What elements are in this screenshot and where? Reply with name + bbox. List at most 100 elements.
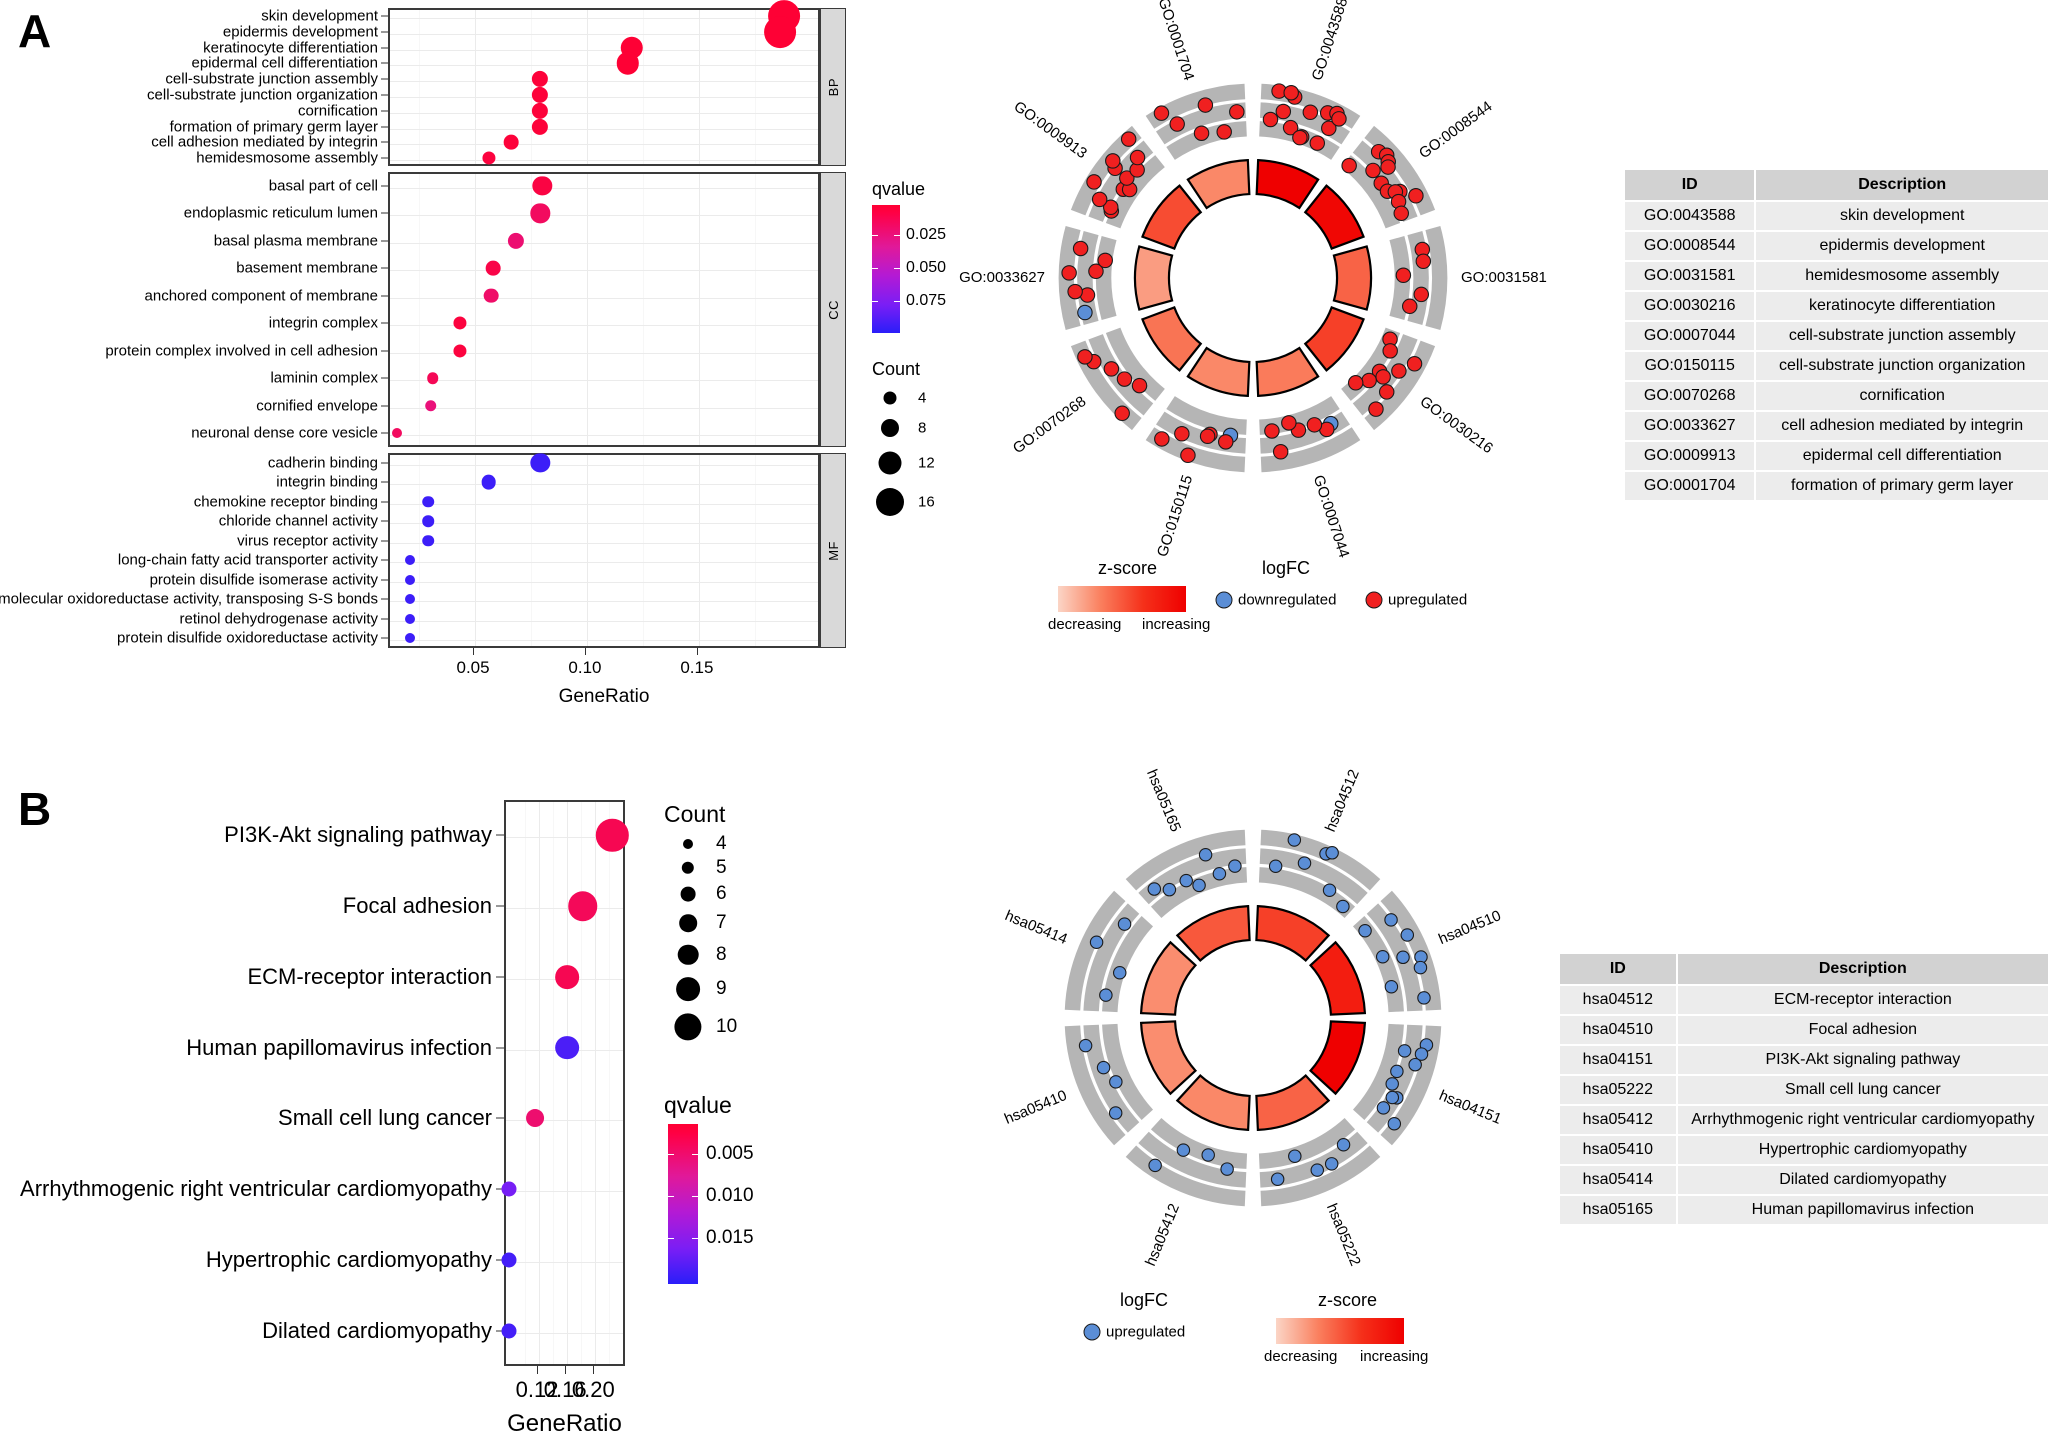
count-legend-label: 4 (918, 389, 927, 407)
term-label: GO:0031581 (1461, 269, 1547, 286)
go-category-label: anchored component of membrane (144, 287, 378, 305)
gene-dot-upregulated (1103, 361, 1120, 377)
count-legend-dot (674, 1013, 702, 1041)
gene-dot-upregulated (1264, 423, 1280, 439)
table-cell-description: cell-substrate junction assembly (1754, 320, 2050, 352)
gridline-h (390, 81, 818, 83)
zscore-low-label: decreasing (1264, 1348, 1338, 1365)
gene-dot-downregulated (1099, 988, 1113, 1002)
table-cell-description: skin development (1754, 200, 2050, 232)
gene-dot-downregulated (1385, 1077, 1399, 1091)
gene-dot-upregulated (1368, 401, 1384, 417)
go-dot (422, 495, 435, 508)
logfc-down-dot (1215, 591, 1233, 609)
go-category-label: intramolecular oxidoreductase activity, … (0, 590, 378, 608)
y-axis-tick (496, 834, 504, 836)
go-dot (405, 633, 416, 644)
term-label: hsa04512 (1322, 767, 1363, 834)
table-cell-description: cell-substrate junction organization (1754, 350, 2050, 382)
term-label: GO:0043588 (1309, 0, 1352, 83)
go-category-label: cornification (297, 102, 378, 120)
zscore-arc (1175, 904, 1251, 963)
gene-dot-downregulated (1198, 848, 1213, 862)
table-row: hsa04512 ECM-receptor interaction (1558, 984, 2050, 1016)
zscore-arc (1255, 1073, 1331, 1132)
gene-dot-downregulated (1288, 1149, 1302, 1163)
table-row: hsa05222 Small cell lung cancer (1558, 1074, 2050, 1106)
facet-strip-label: BP (825, 77, 841, 97)
table-row: GO:0031581 hemidesmosome assembly (1622, 260, 2050, 292)
qvalue-legend-title: qvalue (664, 1092, 732, 1118)
table-row: hsa05410 Hypertrophic cardiomyopathy (1558, 1134, 2050, 1166)
zscore-arc (1303, 184, 1365, 250)
gene-dot-upregulated (1395, 267, 1412, 283)
table-cell-id: GO:0009913 (1622, 440, 1757, 472)
x-axis-tick-label: 0.20 (571, 1377, 615, 1402)
gridline-h (390, 242, 818, 244)
gene-dot-upregulated (1309, 135, 1326, 151)
gene-dot-downregulated (1268, 859, 1283, 873)
gene-dot-downregulated (1322, 883, 1337, 897)
gene-dot-downregulated (1212, 866, 1227, 881)
logfc-up-label: upregulated (1106, 1323, 1186, 1341)
go-category-label: virus receptor activity (237, 532, 378, 550)
count-legend-label: 7 (716, 912, 727, 934)
go-category-label: skin development (261, 7, 378, 25)
y-axis-tick (381, 618, 388, 620)
y-axis-tick (496, 976, 504, 978)
kegg-dot (501, 1252, 517, 1268)
table-cell-description: Small cell lung cancer (1675, 1074, 2050, 1106)
zscore-high-label: increasing (1142, 616, 1211, 633)
kegg-dot (555, 965, 580, 989)
qvalue-tick-label: 0.050 (906, 259, 947, 276)
y-axis-tick (496, 1047, 504, 1049)
go-dot (405, 574, 416, 585)
gene-dot-downregulated (1384, 980, 1399, 994)
go-category-label: epidermis development (222, 23, 378, 41)
table-cell-id: GO:0007044 (1622, 320, 1757, 352)
go-dot (424, 399, 437, 412)
gene-dot-upregulated (1105, 153, 1121, 169)
gene-dot-upregulated (1347, 375, 1364, 391)
term-label: hsa05414 (1002, 907, 1069, 948)
go-category-label: chemokine receptor binding (193, 493, 378, 511)
go-circle-svg: GO:0043588 GO:0008544 GO:0031581 GO:0030216… (959, 0, 1547, 560)
gene-dot-downregulated (1390, 1064, 1404, 1079)
go-category-label: integrin complex (268, 314, 378, 332)
kegg-category-label: Dilated cardiomyopathy (262, 1317, 492, 1343)
qvalue-colorbar (668, 1124, 698, 1284)
gene-dot-upregulated (1413, 286, 1430, 303)
y-axis-tick (381, 15, 388, 17)
gene-dot-upregulated (1391, 363, 1407, 379)
gene-dot-downregulated (1270, 1172, 1285, 1186)
gene-dot-downregulated (1228, 859, 1242, 873)
term-label: GO:0008544 (1416, 98, 1495, 162)
qvalue-tick (872, 268, 878, 269)
gene-dot-downregulated (1358, 924, 1372, 938)
term-label: GO:0007044 (1310, 473, 1353, 560)
gene-dot-upregulated (1229, 104, 1245, 120)
logfc-down-label: downregulated (1238, 591, 1337, 609)
gene-dot-upregulated (1393, 205, 1410, 222)
gene-dot-upregulated (1174, 426, 1190, 442)
y-axis-tick (381, 462, 388, 464)
gene-dot-upregulated (1341, 157, 1357, 174)
go-dot (391, 428, 402, 439)
table-cell-id: hsa04151 (1558, 1044, 1678, 1076)
table-header: Description (1754, 168, 2050, 202)
go-category-label: protein complex involved in cell adhesio… (105, 342, 378, 360)
table-cell-description: epidermal cell differentiation (1754, 440, 2050, 472)
y-axis-tick (381, 579, 388, 581)
go-category-label: cell-substrate junction organization (147, 86, 378, 104)
gene-dot-downregulated (1096, 1060, 1111, 1075)
y-axis-tick (381, 322, 388, 324)
gene-dot-upregulated (1378, 384, 1395, 400)
go-dot (405, 594, 416, 605)
term-label: GO:0033627 (959, 269, 1045, 286)
gridline-h (390, 112, 818, 114)
y-axis-tick (381, 185, 388, 187)
gridline-v (567, 802, 569, 1364)
x-axis-title: GeneRatio (507, 1410, 622, 1437)
gridline-h (390, 523, 818, 525)
kegg-table: ID Description hsa04512 ECM-receptor intera… (1558, 952, 2050, 1226)
